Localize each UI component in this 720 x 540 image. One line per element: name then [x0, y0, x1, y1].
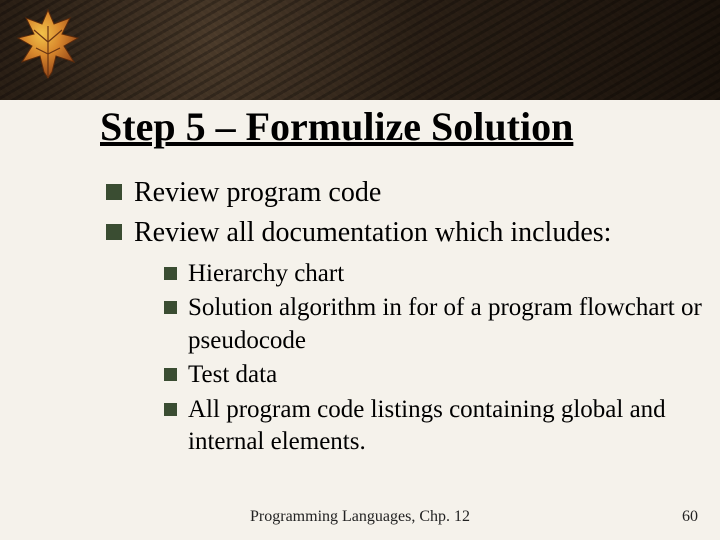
list-item: Solution algorithm in for of a program f… — [164, 292, 702, 357]
slide-content: Step 5 – Formulize Solution Review progr… — [0, 100, 720, 540]
footer-text: Programming Languages, Chp. 12 — [250, 508, 470, 526]
list-item-label: Review all documentation which includes: — [134, 217, 611, 248]
list-item: Hierarchy chart — [164, 258, 702, 291]
list-item: Test data — [164, 359, 702, 392]
sub-bullet-list: Hierarchy chart Solution algorithm in fo… — [134, 252, 702, 459]
maple-leaf-icon — [14, 6, 82, 84]
page-number: 60 — [682, 508, 698, 526]
decorative-banner — [0, 0, 720, 100]
list-item: Review program code — [106, 174, 702, 212]
slide-footer: Programming Languages, Chp. 12 60 — [0, 508, 720, 530]
slide-title: Step 5 – Formulize Solution — [18, 100, 702, 174]
bullet-list: Review program code Review all documenta… — [18, 174, 702, 459]
list-item: All program code listings containing glo… — [164, 394, 702, 459]
list-item: Review all documentation which includes:… — [106, 214, 702, 459]
